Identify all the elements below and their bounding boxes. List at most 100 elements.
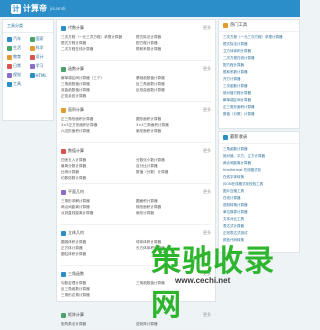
section-icon bbox=[61, 107, 66, 113]
hot-tool-link[interactable]: 配方程计算器 bbox=[223, 62, 295, 69]
section-header: 面积计算 更多 bbox=[57, 104, 215, 116]
sidebar-category[interactable]: 设计 bbox=[29, 54, 50, 60]
latest-tool-link[interactable]: 在线计算器 bbox=[223, 195, 295, 202]
sidebar-category-label: HTML bbox=[35, 72, 47, 78]
tool-link bbox=[136, 93, 211, 99]
latest-tool-link[interactable]: 绝对值、平方、立方计算器 bbox=[223, 153, 295, 160]
latest-tool-link[interactable]: 图片压缩工具 bbox=[223, 188, 295, 195]
category-icon bbox=[7, 63, 12, 69]
sidebar-category[interactable]: 学习 bbox=[29, 63, 50, 69]
watermark-url: www.cechi.net bbox=[175, 276, 231, 285]
section-header: 数值计算 更多 bbox=[57, 145, 215, 157]
hot-tool-link[interactable]: 绝对值方程计算器 bbox=[223, 90, 295, 97]
latest-tool-link[interactable]: htmlformat 在线格式化 bbox=[223, 167, 295, 174]
site-subtitle: jisuandi bbox=[50, 6, 66, 11]
hot-tool-link[interactable]: 数值（分数）计算器 bbox=[223, 111, 295, 118]
section-icon bbox=[61, 66, 66, 72]
category-icon bbox=[7, 54, 12, 60]
tool-link bbox=[61, 134, 136, 140]
hot-tool-link[interactable]: 二次方程在线计算器 bbox=[223, 55, 295, 62]
section-title: 平面几何 bbox=[68, 189, 84, 194]
latest-tool-link[interactable]: 文本对比工具 bbox=[223, 216, 295, 223]
sidebar-category[interactable]: 汽车 bbox=[7, 36, 27, 42]
section-divider bbox=[61, 183, 211, 184]
tool-link bbox=[136, 216, 211, 222]
category-icon bbox=[29, 54, 35, 60]
sidebar-category-label: 设计 bbox=[35, 54, 44, 59]
top-bar: 计 计算帝 jisuandi bbox=[0, 0, 300, 17]
section-icon bbox=[61, 189, 66, 195]
hot-tools-panel: 热门工具 三次方程（一元三次方程）求根计算器 根式除法计算器 立方体体积计算器 二次方… bbox=[218, 19, 300, 129]
sidebar-title: 工具分类 bbox=[3, 20, 53, 33]
tool-link bbox=[61, 257, 136, 263]
category-icon bbox=[7, 72, 12, 78]
sidebar-category-label: 日常 bbox=[13, 63, 21, 68]
hot-tool-link[interactable]: 根和系数计算器 bbox=[223, 69, 295, 76]
section-icon bbox=[61, 271, 66, 277]
latest-tool-link[interactable]: 三角函数计算器 bbox=[223, 146, 295, 153]
sidebar-category[interactable]: 教育 bbox=[7, 54, 27, 60]
sidebar-category-label: 学习 bbox=[35, 63, 44, 68]
sidebar-category[interactable]: 科学 bbox=[29, 45, 50, 51]
hot-tool-link[interactable]: 解单调区间计算器 bbox=[223, 97, 295, 104]
category-sidebar: 工具分类 汽车 国家生活 科学教育 设计日常 学习视觉 HTML 工具 bbox=[2, 19, 54, 121]
category-icon bbox=[7, 36, 12, 42]
fire-icon bbox=[223, 23, 228, 28]
latest-tool-link[interactable]: JSON在线格式化校验工具 bbox=[223, 181, 295, 188]
sidebar-category[interactable]: HTML bbox=[29, 72, 50, 78]
more-link[interactable]: 更多 bbox=[203, 148, 211, 154]
latest-tool-link[interactable]: 表达式计算器 bbox=[223, 223, 295, 230]
hot-tool-link[interactable]: 开方计算器 bbox=[223, 76, 295, 83]
tool-row bbox=[61, 52, 211, 58]
category-icon bbox=[7, 81, 12, 87]
sidebar-category-label: 教育 bbox=[13, 54, 21, 59]
hot-tool-link[interactable]: 正三角形面积计算器 bbox=[223, 104, 295, 111]
sidebar-category[interactable]: 生活 bbox=[7, 45, 27, 51]
more-link[interactable]: 更多 bbox=[203, 25, 211, 31]
more-link[interactable]: 更多 bbox=[203, 107, 211, 113]
category-icon bbox=[7, 45, 12, 51]
section-divider bbox=[61, 142, 211, 143]
hot-tool-link[interactable]: 根式除法计算器 bbox=[223, 41, 295, 48]
sidebar-category[interactable]: 国家 bbox=[29, 36, 50, 42]
tool-link bbox=[61, 52, 136, 58]
section-title: 数值计算 bbox=[68, 148, 84, 153]
sidebar-category[interactable]: 工具 bbox=[7, 81, 28, 87]
latest-tool-link[interactable]: 在线字体转换 bbox=[223, 174, 295, 181]
site-logo[interactable]: 计 计算帝 jisuandi bbox=[11, 3, 65, 14]
section-header: 函数计算 更多 bbox=[57, 63, 215, 75]
section-divider bbox=[61, 101, 211, 102]
latest-title: 最新收录 bbox=[230, 135, 248, 140]
latest-tool-link[interactable]: 两点间距离计算器 bbox=[223, 160, 295, 167]
tool-link bbox=[136, 175, 211, 181]
tool-link[interactable]: 约数倍数计算器 bbox=[61, 175, 136, 181]
tool-link[interactable]: 矩阵乘法计算器 bbox=[61, 321, 136, 327]
hot-tool-link[interactable]: 立方体体积计算器 bbox=[223, 48, 295, 55]
logo-icon: 计 bbox=[11, 3, 21, 14]
tool-row bbox=[61, 134, 211, 140]
section-divider bbox=[61, 224, 211, 225]
latest-tool-link[interactable]: 单位换算计算器 bbox=[223, 209, 295, 216]
tool-link[interactable]: 正弦余弦计算器 bbox=[61, 93, 136, 99]
category-icon bbox=[29, 45, 35, 51]
section-title: 代数计算 bbox=[68, 25, 84, 30]
category-icon bbox=[29, 63, 35, 69]
category-icon bbox=[29, 72, 35, 78]
hot-tool-link[interactable]: 三次函数计算器 bbox=[223, 83, 295, 90]
sidebar-category[interactable]: 日常 bbox=[7, 63, 27, 69]
hot-tool-link[interactable]: 三次方程（一元三次方程）求根计算器 bbox=[223, 34, 295, 41]
sidebar-category-label: 汽车 bbox=[13, 36, 21, 41]
category-icon bbox=[29, 36, 35, 42]
sidebar-category-label: 生活 bbox=[13, 45, 21, 50]
section-header: 代数计算 更多 bbox=[57, 22, 215, 34]
sidebar-category[interactable]: 视觉 bbox=[7, 72, 27, 78]
more-link[interactable]: 更多 bbox=[203, 189, 211, 195]
section-divider bbox=[61, 60, 211, 61]
section-icon bbox=[61, 25, 66, 31]
latest-tool-link[interactable]: 进制转换计算器 bbox=[223, 202, 295, 209]
tool-link bbox=[61, 298, 136, 304]
more-link[interactable]: 更多 bbox=[203, 66, 211, 72]
section-icon bbox=[61, 312, 66, 318]
section-title: 三角函数 bbox=[68, 271, 84, 276]
section-icon bbox=[61, 148, 66, 154]
